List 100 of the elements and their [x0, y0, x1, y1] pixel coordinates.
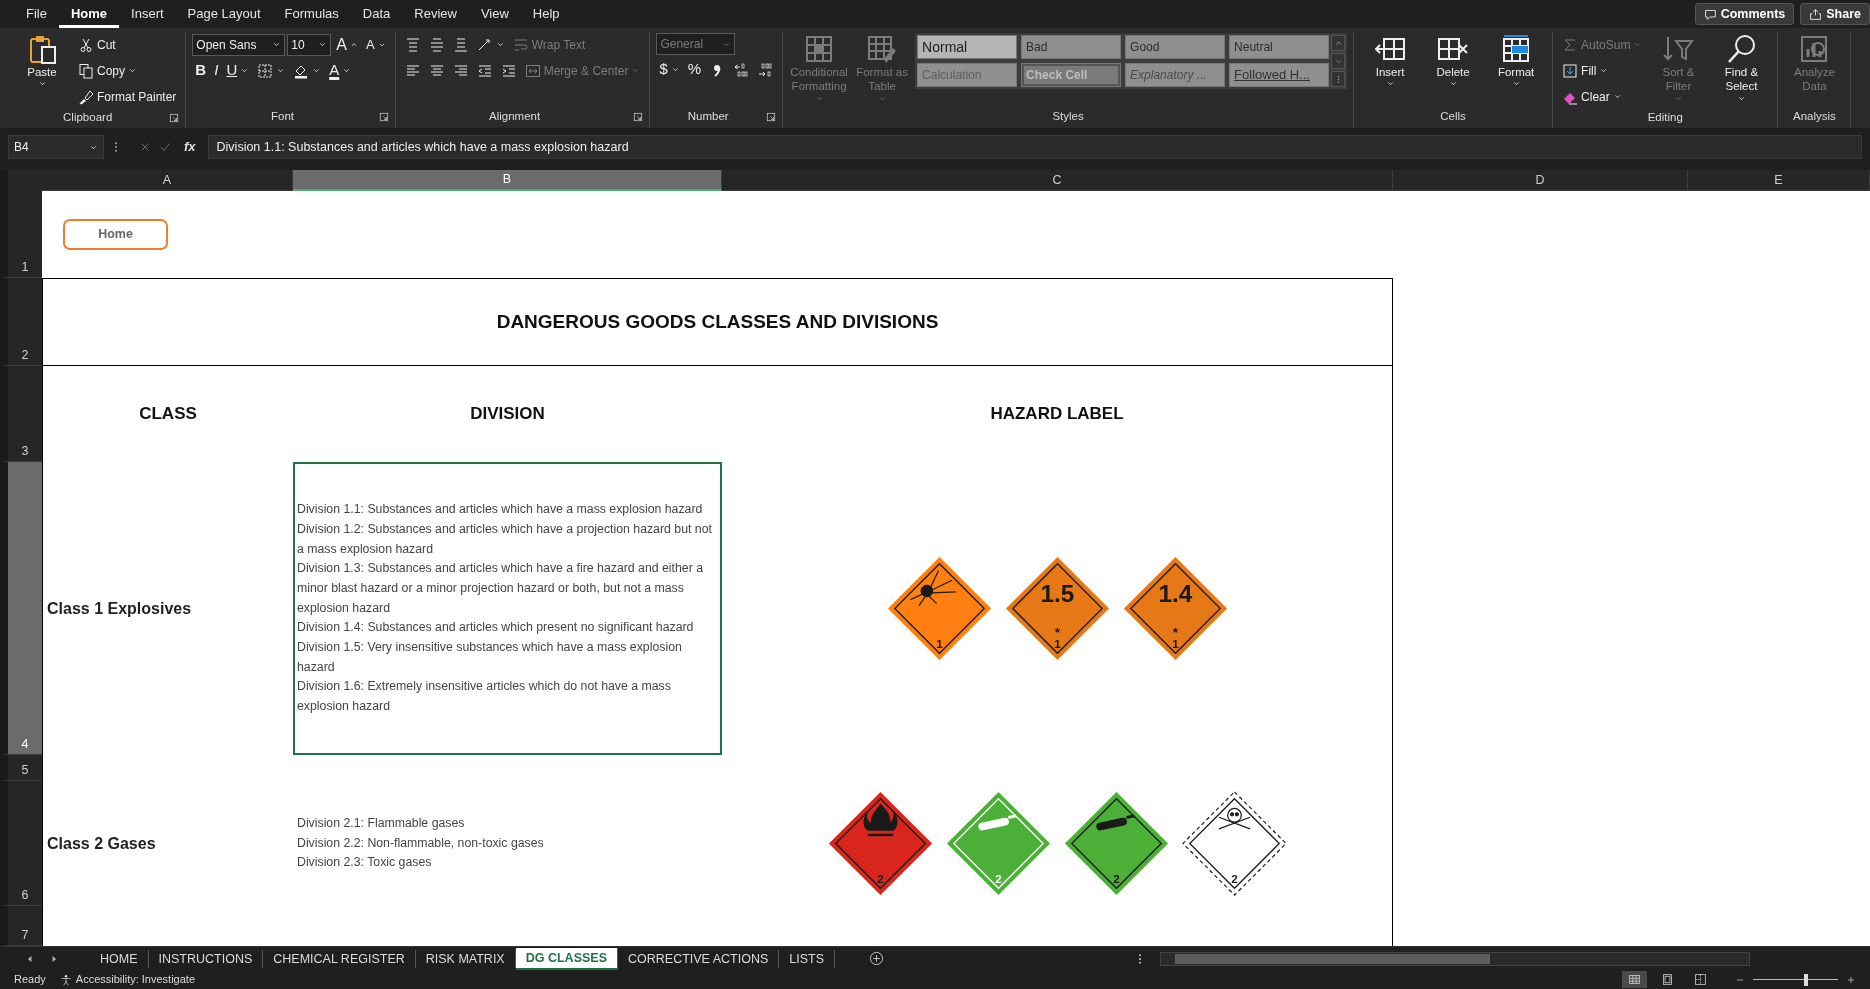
ribbon-tab[interactable]: View [468, 3, 521, 28]
paintbrush-icon [78, 88, 94, 105]
cell-style-option[interactable]: Bad [1021, 35, 1122, 59]
zoom-slider[interactable] [1753, 973, 1838, 986]
column-header[interactable]: E [1688, 170, 1870, 191]
division-number: 1.5 [1040, 579, 1074, 607]
row-header[interactable]: 2 [0, 278, 42, 366]
ribbon-tab[interactable]: Insert [119, 3, 176, 28]
group-label: Font [270, 109, 296, 125]
ribbon-button[interactable]: Format Painter [75, 85, 180, 108]
sheet-tab[interactable]: INSTRUCTIONS [148, 949, 264, 968]
sheet-tab[interactable]: HOME [90, 949, 149, 968]
ribbon-tab[interactable]: Page Layout [175, 3, 273, 28]
class-name: Class 1 Explosives [46, 598, 192, 619]
row-header[interactable]: 4 [0, 462, 42, 755]
horizontal-scrollbar[interactable] [1160, 951, 1751, 966]
ribbon-tab[interactable]: Help [520, 3, 572, 28]
increase-decimal-icon [733, 61, 750, 78]
align-bottom-icon [452, 36, 469, 53]
group-label: Analysis [1792, 109, 1837, 125]
ribbon-button[interactable]: Fill [1559, 59, 1612, 82]
add-sheet-icon[interactable] [869, 951, 885, 966]
row-header[interactable]: 3 [0, 366, 42, 462]
accessibility-status[interactable]: Accessibility: Investigate [75, 971, 195, 988]
sheet-tab[interactable]: RISK MATRIX [415, 949, 516, 968]
row-header[interactable]: 7 [0, 906, 42, 946]
page-break-icon [1694, 973, 1707, 986]
ribbon-button[interactable]: Clear [1559, 85, 1625, 108]
flame-icon [863, 803, 897, 837]
ribbon-button[interactable]: Cut [75, 33, 119, 56]
cell-style-option[interactable]: Followed H... [1229, 63, 1330, 87]
font-color-button[interactable]: A [326, 59, 355, 82]
italic-button[interactable]: I [211, 59, 222, 82]
ribbon-button[interactable]: Paste [12, 31, 72, 91]
slider-thumb[interactable] [1803, 973, 1808, 986]
chevron-up-icon [1333, 38, 1343, 48]
group-label: Editing [1646, 110, 1684, 126]
ribbon-button[interactable]: Format [1486, 31, 1547, 91]
row-header[interactable]: 5 [0, 755, 42, 781]
ribbon-tab[interactable]: Review [402, 3, 469, 28]
insert-function-button[interactable]: fx [178, 137, 202, 157]
class-number: 2 [876, 872, 884, 886]
bold-button[interactable]: B [192, 59, 210, 82]
scrollbar-thumb[interactable] [1175, 953, 1491, 964]
normal-view-icon [1628, 973, 1641, 986]
column-title: CLASS [139, 403, 197, 426]
zoom-in-icon[interactable] [1846, 974, 1856, 985]
ribbon-tab[interactable]: Data [350, 3, 403, 28]
column-header[interactable]: B [293, 170, 722, 191]
scissors-icon [78, 36, 94, 53]
share-button[interactable]: Share [1800, 2, 1870, 26]
column-header[interactable]: C [722, 170, 1393, 191]
cell-style-option[interactable]: Good [1125, 35, 1226, 59]
text-angle-icon [476, 36, 493, 53]
home-button[interactable]: Home [63, 219, 168, 250]
column-header[interactable]: A [42, 170, 293, 191]
group-label: Number [686, 109, 730, 125]
align-top-icon [404, 36, 421, 53]
dialog-launcher-icon[interactable] [169, 113, 180, 123]
name-box[interactable]: B4 [8, 135, 104, 159]
format-table-icon [866, 33, 899, 65]
shrink-font-button[interactable]: A [363, 33, 389, 56]
ribbon-button[interactable]: Copy [75, 59, 140, 82]
view-button[interactable] [1622, 971, 1647, 988]
ribbon-button[interactable]: Delete [1423, 31, 1484, 91]
comment-icon [1703, 7, 1717, 21]
merge-cells-icon [524, 62, 541, 79]
ribbon-button[interactable]: Find & Select [1711, 31, 1772, 105]
dropdown-field[interactable]: Open Sans [192, 33, 286, 56]
underline-button[interactable]: U [223, 59, 253, 82]
gas-cylinder-icon [1095, 814, 1134, 832]
row-header[interactable]: 6 [0, 781, 42, 906]
dialog-launcher-icon[interactable] [766, 112, 777, 122]
ribbon-tab[interactable]: File [14, 3, 59, 28]
align-middle-icon [428, 36, 445, 53]
ribbon-button[interactable]: Insert [1360, 31, 1421, 91]
percent-button[interactable]: % [684, 58, 705, 81]
cell-style-option[interactable]: Normal [917, 35, 1018, 59]
currency-button[interactable]: $ [656, 58, 683, 81]
row-header[interactable]: 1 [0, 191, 42, 278]
dialog-launcher-icon[interactable] [633, 112, 644, 122]
borders-icon [257, 62, 274, 79]
sheet-tab[interactable]: CORRECTIVE ACTIONS [618, 949, 780, 968]
column-title: HAZARD LABEL [990, 403, 1124, 426]
dropdown-field[interactable]: 10 [287, 33, 332, 56]
cell-style-option[interactable]: Neutral [1229, 35, 1330, 59]
sheet-tab[interactable]: CHEMICAL REGISTER [263, 949, 416, 968]
class-number: 1 [935, 637, 943, 651]
ribbon-tab[interactable]: Formulas [272, 3, 351, 28]
column-header[interactable]: D [1393, 170, 1688, 191]
division-description: Division 2.2: Non-flammable, non-toxic gases [297, 834, 545, 852]
comments-button[interactable]: Comments [1694, 2, 1795, 26]
dialog-launcher-icon[interactable] [378, 112, 389, 122]
class-number: 2 [994, 872, 1002, 886]
grow-font-button[interactable]: A [333, 33, 362, 56]
sheet-tab[interactable]: LISTS [779, 949, 836, 968]
formula-field[interactable]: Division 1.1: Substances and articles which have a mass explosion hazard [207, 135, 1862, 159]
copy-icon [78, 62, 94, 79]
sheet-tab[interactable]: DG CLASSES [515, 947, 618, 970]
class-number: 1 [1053, 637, 1061, 651]
